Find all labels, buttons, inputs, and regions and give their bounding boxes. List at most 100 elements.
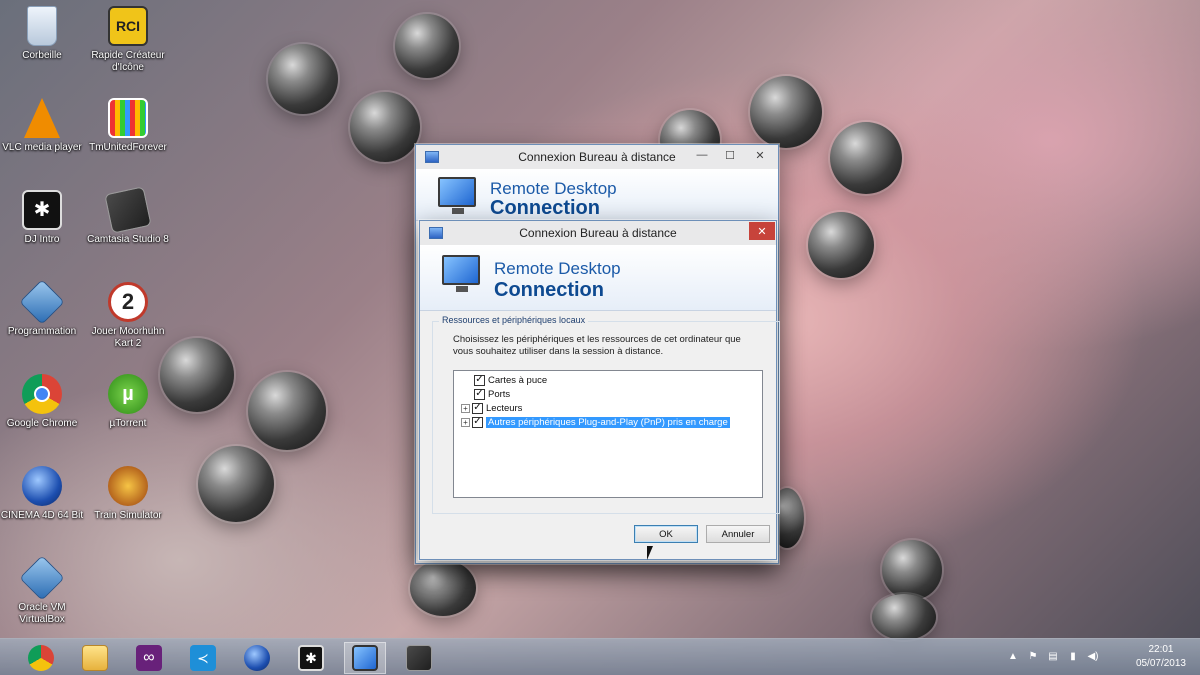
desktop-icon-label: Train Simulator bbox=[94, 510, 162, 521]
taskbar-chrome[interactable] bbox=[20, 642, 62, 674]
network-icon[interactable]: ▤ bbox=[1046, 651, 1060, 663]
taskbar-dj-intro[interactable]: ✱ bbox=[290, 642, 332, 674]
tree-item-drives[interactable]: + ✓ Lecteurs bbox=[461, 401, 522, 415]
desktop-icon-label: Jouer Moorhuhn Kart 2 bbox=[91, 326, 165, 349]
desktop-icon-label: VLC media player bbox=[2, 142, 82, 153]
checkbox-checked[interactable]: ✓ bbox=[472, 416, 483, 428]
tree-item-pnp-devices[interactable]: + ✓ Autres périphériques Plug-and-Play (… bbox=[461, 415, 730, 429]
desktop-icon-virtualbox[interactable]: Oracle VM VirtualBox bbox=[0, 555, 84, 626]
taskbar-remote-desktop[interactable] bbox=[344, 642, 386, 674]
utorrent-icon: µ bbox=[108, 374, 148, 414]
banner-title-line1: Remote Desktop bbox=[494, 259, 621, 278]
tree-item-ports[interactable]: ✓ Ports bbox=[474, 387, 510, 401]
desktop-icon-label: Programmation bbox=[7, 326, 77, 337]
taskbar-visual-studio[interactable]: ∞ bbox=[128, 642, 170, 674]
taskbar-vscode[interactable]: ≺ bbox=[182, 642, 224, 674]
dj-intro-icon: ✱ bbox=[22, 190, 62, 230]
desktop-icon-dj-intro[interactable]: ✱ DJ Intro bbox=[0, 190, 84, 246]
monitor-icon bbox=[442, 255, 480, 292]
desktop-icon-label: Camtasia Studio 8 bbox=[87, 234, 169, 245]
rdc-banner: Remote Desktop Connection bbox=[420, 245, 776, 311]
local-resources-group: Ressources et périphériques locaux Chois… bbox=[432, 315, 780, 514]
desktop-icon-vlc[interactable]: VLC media player bbox=[0, 98, 84, 154]
desktop-icon-label: Rapide Créateur d'Icône bbox=[91, 50, 165, 73]
cube-icon bbox=[19, 279, 65, 325]
checkbox-checked[interactable]: ✓ bbox=[474, 374, 485, 386]
rdc-local-resources-dialog[interactable]: Connexion Bureau à distance ✕ Remote Des… bbox=[419, 220, 780, 560]
rdc-banner: Remote Desktop Connection bbox=[416, 169, 778, 221]
clock[interactable]: 22:01 05/07/2013 bbox=[1136, 643, 1186, 671]
desktop-icon-programmation[interactable]: Programmation bbox=[0, 279, 84, 338]
desktop-icon-label: TmUnitedForever bbox=[89, 142, 167, 153]
taskbar-camtasia[interactable] bbox=[398, 642, 440, 674]
tmuf-icon bbox=[108, 98, 148, 138]
maximize-button[interactable]: ☐ bbox=[716, 145, 744, 165]
desktop-icon-tmunitedforever[interactable]: TmUnitedForever bbox=[86, 98, 170, 154]
dj-intro-icon: ✱ bbox=[298, 645, 324, 671]
vlc-cone-icon bbox=[24, 98, 60, 138]
tree-item-label: Autres périphériques Plug-and-Play (PnP)… bbox=[486, 416, 730, 428]
moorhuhn-icon: 2 bbox=[108, 282, 148, 322]
remote-desktop-icon bbox=[352, 645, 378, 671]
ok-button[interactable]: OK bbox=[634, 525, 698, 543]
clock-time: 22:01 bbox=[1148, 644, 1174, 655]
tree-item-label: Ports bbox=[488, 388, 511, 400]
desktop-icon-cinema4d[interactable]: CINEMA 4D 64 Bit bbox=[0, 466, 84, 522]
clock-date: 05/07/2013 bbox=[1135, 658, 1186, 669]
recycle-bin-icon bbox=[27, 6, 57, 46]
checkbox-checked[interactable]: ✓ bbox=[474, 388, 485, 400]
desktop-icon-camtasia[interactable]: Camtasia Studio 8 bbox=[86, 186, 170, 246]
visual-studio-icon: ∞ bbox=[136, 645, 162, 671]
desktop-icon-train-simulator[interactable]: Train Simulator bbox=[86, 466, 170, 522]
tree-item-label: Cartes à puce bbox=[488, 374, 548, 386]
desktop-icon-utorrent[interactable]: µ µTorrent bbox=[86, 374, 170, 430]
mouse-cursor-icon bbox=[647, 546, 653, 560]
window-title: Connexion Bureau à distance bbox=[519, 226, 677, 240]
banner-title-line2: Connection bbox=[494, 279, 604, 301]
show-hidden-icons-icon[interactable]: ▲ bbox=[1006, 651, 1020, 663]
close-button[interactable]: ✕ bbox=[749, 222, 775, 240]
desktop-icon-corbeille[interactable]: Corbeille bbox=[0, 6, 84, 62]
minimize-button[interactable]: — bbox=[688, 145, 716, 165]
desktop-icon-label: µTorrent bbox=[109, 418, 147, 429]
cancel-button[interactable]: Annuler bbox=[706, 525, 770, 543]
rci-icon: RCI bbox=[108, 6, 148, 46]
desktop-icon-moorhuhn[interactable]: 2 Jouer Moorhuhn Kart 2 bbox=[86, 282, 170, 350]
expand-plus-icon[interactable]: + bbox=[461, 417, 470, 427]
desktop-icon-label: CINEMA 4D 64 Bit bbox=[0, 510, 84, 521]
taskbar-file-explorer[interactable] bbox=[74, 642, 116, 674]
folder-icon bbox=[82, 645, 108, 671]
camtasia-icon bbox=[406, 645, 432, 671]
title-bar[interactable]: Connexion Bureau à distance — ☐ ✕ bbox=[416, 145, 778, 169]
desktop-icon-chrome[interactable]: Google Chrome bbox=[0, 374, 84, 430]
taskbar-cinema4d[interactable] bbox=[236, 642, 278, 674]
cinema4d-icon bbox=[244, 645, 270, 671]
desktop-icon-rci[interactable]: RCI Rapide Créateur d'Icône bbox=[86, 6, 170, 74]
group-description: Choisissez les périphériques et les ress… bbox=[453, 334, 741, 357]
banner-title-line1: Remote Desktop bbox=[490, 179, 617, 198]
cinema4d-icon bbox=[22, 466, 62, 506]
expand-plus-icon[interactable]: + bbox=[461, 403, 470, 413]
monitor-icon bbox=[438, 177, 476, 214]
train-simulator-icon bbox=[108, 466, 148, 506]
chrome-icon bbox=[22, 374, 62, 414]
virtualbox-icon bbox=[19, 555, 65, 601]
camtasia-icon bbox=[104, 186, 152, 234]
taskbar: ∞ ≺ ✱ ▲ ⚑ ▤ ▮ ◀) 22:01 05/07/2013 bbox=[0, 638, 1200, 675]
desktop-icon-label: Oracle VM VirtualBox bbox=[18, 602, 66, 625]
signal-icon[interactable]: ▮ bbox=[1066, 651, 1080, 663]
banner-title-line2: Connection bbox=[490, 197, 600, 219]
action-center-icon[interactable]: ⚑ bbox=[1026, 651, 1040, 663]
tree-item-label: Lecteurs bbox=[486, 402, 523, 414]
desktop-icon-label: Google Chrome bbox=[6, 418, 78, 429]
device-tree[interactable]: ✓ Cartes à puce ✓ Ports + ✓ Lecteurs + ✓… bbox=[453, 370, 763, 498]
checkbox-checked[interactable]: ✓ bbox=[472, 402, 483, 414]
volume-icon[interactable]: ◀) bbox=[1086, 651, 1100, 663]
close-button[interactable]: ✕ bbox=[746, 145, 774, 165]
tree-item-smart-cards[interactable]: ✓ Cartes à puce bbox=[474, 373, 547, 387]
group-label: Ressources et périphériques locaux bbox=[439, 315, 589, 325]
desktop-icon-label: DJ Intro bbox=[24, 234, 60, 245]
desktop-icon-label: Corbeille bbox=[22, 50, 62, 61]
chrome-icon bbox=[28, 645, 54, 671]
title-bar[interactable]: Connexion Bureau à distance ✕ bbox=[420, 221, 776, 245]
